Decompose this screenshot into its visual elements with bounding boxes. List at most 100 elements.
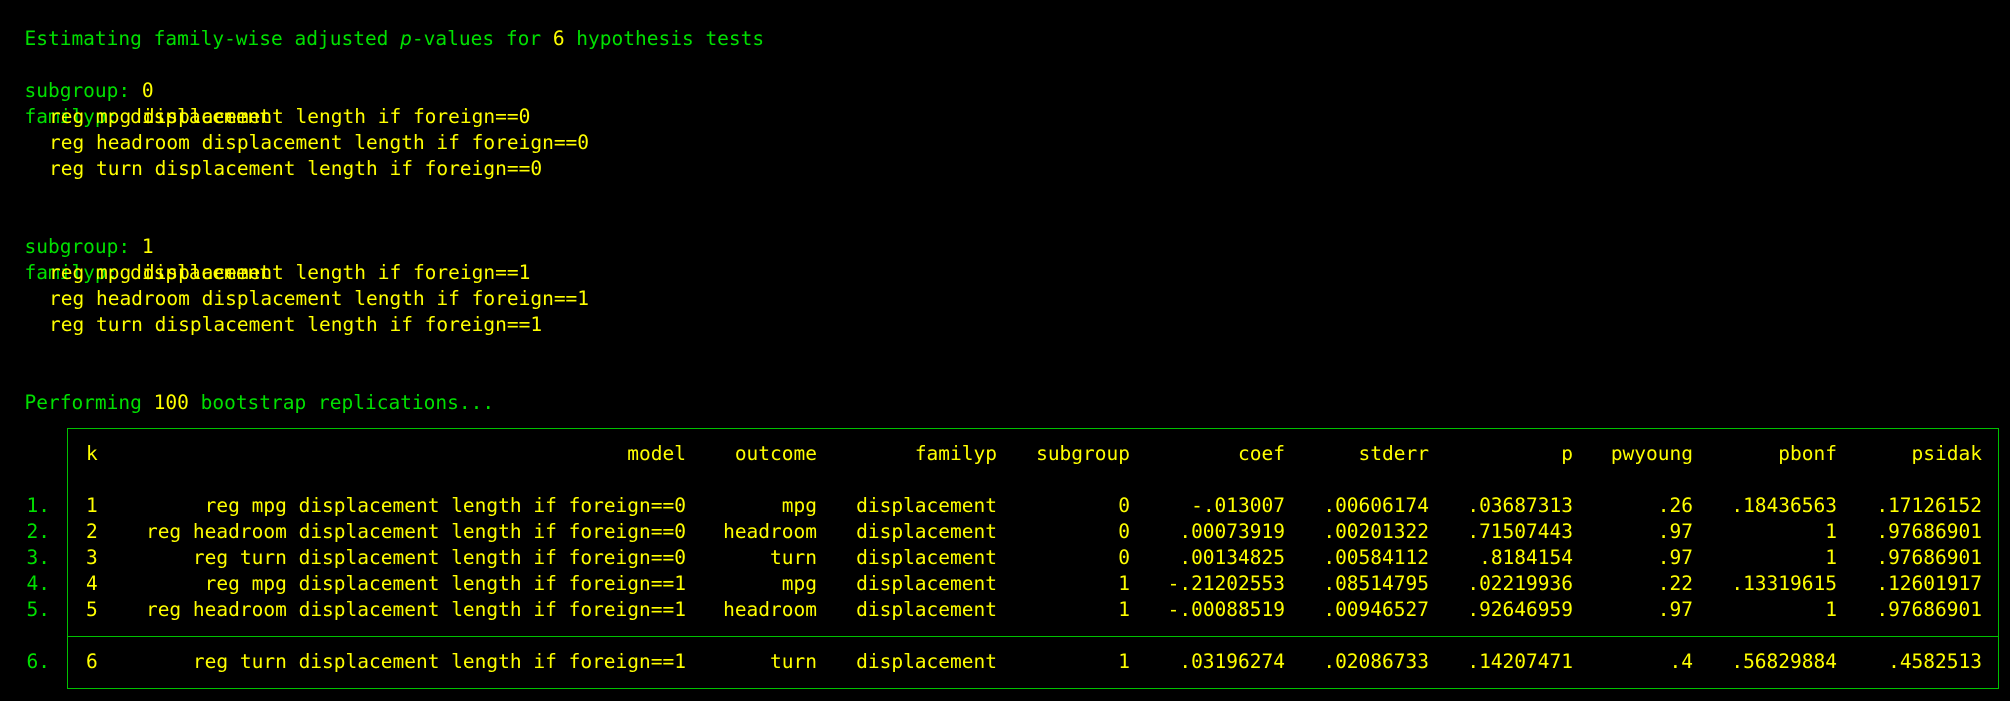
column-header-pwyoung: pwyoung: [1610, 442, 1693, 465]
table-cell-coef: .03196274: [1179, 650, 1285, 673]
table-cell-stderr: .08514795: [1323, 572, 1429, 595]
table-cell-psidak: .4582513: [1888, 650, 1982, 673]
table-cell-outcome: headroom: [723, 520, 817, 543]
table-cell-p: .92646959: [1467, 598, 1573, 621]
command-line: reg turn displacement length if foreign=…: [49, 313, 543, 336]
table-cell-p: .03687313: [1467, 494, 1573, 517]
row-number: 3.: [26, 546, 50, 569]
row-number: 6.: [26, 650, 50, 673]
table-cell-psidak: .97686901: [1876, 598, 1982, 621]
table-cell-subgroup: 1: [1118, 650, 1130, 673]
row-number: 5.: [26, 598, 50, 621]
table-cell-outcome: turn: [770, 650, 817, 673]
bootstrap-count: 100: [153, 391, 189, 414]
column-header-familyp: familyp: [914, 442, 997, 465]
table-cell-coef: -.00088519: [1167, 598, 1285, 621]
table-cell-pwyoung: .22: [1657, 572, 1693, 595]
table-cell-pbonf: .56829884: [1731, 650, 1837, 673]
table-cell-subgroup: 1: [1118, 598, 1130, 621]
table-cell-model: reg mpg displacement length if foreign==…: [204, 572, 686, 595]
command-line: reg turn displacement length if foreign=…: [49, 157, 543, 180]
table-cell-model: reg mpg displacement length if foreign==…: [204, 494, 686, 517]
table-cell-pbonf: .13319615: [1731, 572, 1837, 595]
command-line: reg headroom displacement length if fore…: [49, 287, 590, 310]
column-header-outcome: outcome: [734, 442, 817, 465]
header-suffix: hypothesis tests: [564, 27, 765, 50]
table-cell-stderr: .00606174: [1323, 494, 1429, 517]
column-header-stderr: stderr: [1358, 442, 1429, 465]
table-cell-familyp: displacement: [856, 650, 997, 673]
header-p-symbol: p: [400, 27, 412, 50]
table-cell-coef: .00073919: [1179, 520, 1285, 543]
table-cell-familyp: displacement: [856, 520, 997, 543]
table-cell-familyp: displacement: [856, 494, 997, 517]
header-middle: -values for: [411, 27, 553, 50]
table-cell-coef: -.21202553: [1167, 572, 1285, 595]
table-cell-stderr: .00946527: [1323, 598, 1429, 621]
table-cell-coef: -.013007: [1191, 494, 1285, 517]
table-cell-subgroup: 0: [1118, 494, 1130, 517]
table-cell-k: 3: [86, 546, 98, 569]
familyp-line-0: familyp: displacement: [1, 78, 271, 128]
table-cell-stderr: .00201322: [1323, 520, 1429, 543]
command-line: reg headroom displacement length if fore…: [49, 131, 590, 154]
table-cell-k: 6: [86, 650, 98, 673]
bootstrap-suffix: bootstrap replications...: [188, 391, 495, 414]
table-cell-p: .02219936: [1467, 572, 1573, 595]
column-header-psidak: psidak: [1911, 442, 1982, 465]
table-cell-stderr: .00584112: [1323, 546, 1429, 569]
row-number: 2.: [26, 520, 50, 543]
command-line: reg mpg displacement length if foreign==…: [49, 105, 531, 128]
bootstrap-line: Performing 100 bootstrap replications...: [1, 364, 494, 414]
table-cell-k: 5: [86, 598, 98, 621]
bootstrap-prefix: Performing: [24, 391, 154, 414]
table-cell-model: reg headroom displacement length if fore…: [145, 520, 686, 543]
column-header-k: k: [86, 442, 98, 465]
table-cell-pwyoung: .97: [1657, 546, 1693, 569]
table-cell-outcome: turn: [770, 546, 817, 569]
row-number: 4.: [26, 572, 50, 595]
table-cell-outcome: mpg: [781, 572, 817, 595]
column-header-pbonf: pbonf: [1778, 442, 1837, 465]
subgroup-line-1: subgroup: 1: [1, 208, 153, 258]
table-cell-p: .8184154: [1479, 546, 1573, 569]
table-cell-familyp: displacement: [856, 598, 997, 621]
command-line: reg mpg displacement length if foreign==…: [49, 261, 531, 284]
header-num-tests: 6: [552, 27, 565, 50]
table-cell-subgroup: 1: [1118, 572, 1130, 595]
table-cell-pwyoung: .4: [1669, 650, 1693, 673]
column-header-p: p: [1561, 442, 1573, 465]
table-cell-p: .71507443: [1467, 520, 1573, 543]
table-cell-psidak: .12601917: [1876, 572, 1982, 595]
table-cell-pbonf: 1: [1825, 546, 1837, 569]
table-cell-k: 1: [86, 494, 98, 517]
table-cell-k: 4: [86, 572, 98, 595]
table-cell-model: reg turn displacement length if foreign=…: [192, 650, 686, 673]
table-cell-psidak: .97686901: [1876, 546, 1982, 569]
familyp-line-1: familyp: displacement: [1, 234, 271, 284]
table-cell-psidak: .97686901: [1876, 520, 1982, 543]
row-number: 1.: [26, 494, 50, 517]
table-cell-model: reg turn displacement length if foreign=…: [192, 546, 686, 569]
table-cell-outcome: mpg: [781, 494, 817, 517]
column-header-coef: coef: [1238, 442, 1285, 465]
table-cell-outcome: headroom: [723, 598, 817, 621]
table-cell-psidak: .17126152: [1876, 494, 1982, 517]
table-cell-coef: .00134825: [1179, 546, 1285, 569]
table-cell-p: .14207471: [1467, 650, 1573, 673]
table-separator: [67, 636, 1999, 637]
table-cell-pbonf: 1: [1825, 520, 1837, 543]
table-cell-pbonf: .18436563: [1731, 494, 1837, 517]
column-header-model: model: [627, 442, 686, 465]
table-cell-familyp: displacement: [856, 572, 997, 595]
table-cell-model: reg headroom displacement length if fore…: [145, 598, 686, 621]
subgroup-line-0: subgroup: 0: [1, 52, 153, 102]
table-cell-k: 2: [86, 520, 98, 543]
table-cell-subgroup: 0: [1118, 546, 1130, 569]
table-cell-familyp: displacement: [856, 546, 997, 569]
table-cell-stderr: .02086733: [1323, 650, 1429, 673]
table-cell-pbonf: 1: [1825, 598, 1837, 621]
header-line: Estimating family-wise adjusted p-values…: [1, 0, 764, 50]
table-cell-subgroup: 0: [1118, 520, 1130, 543]
column-header-subgroup: subgroup: [1036, 442, 1130, 465]
